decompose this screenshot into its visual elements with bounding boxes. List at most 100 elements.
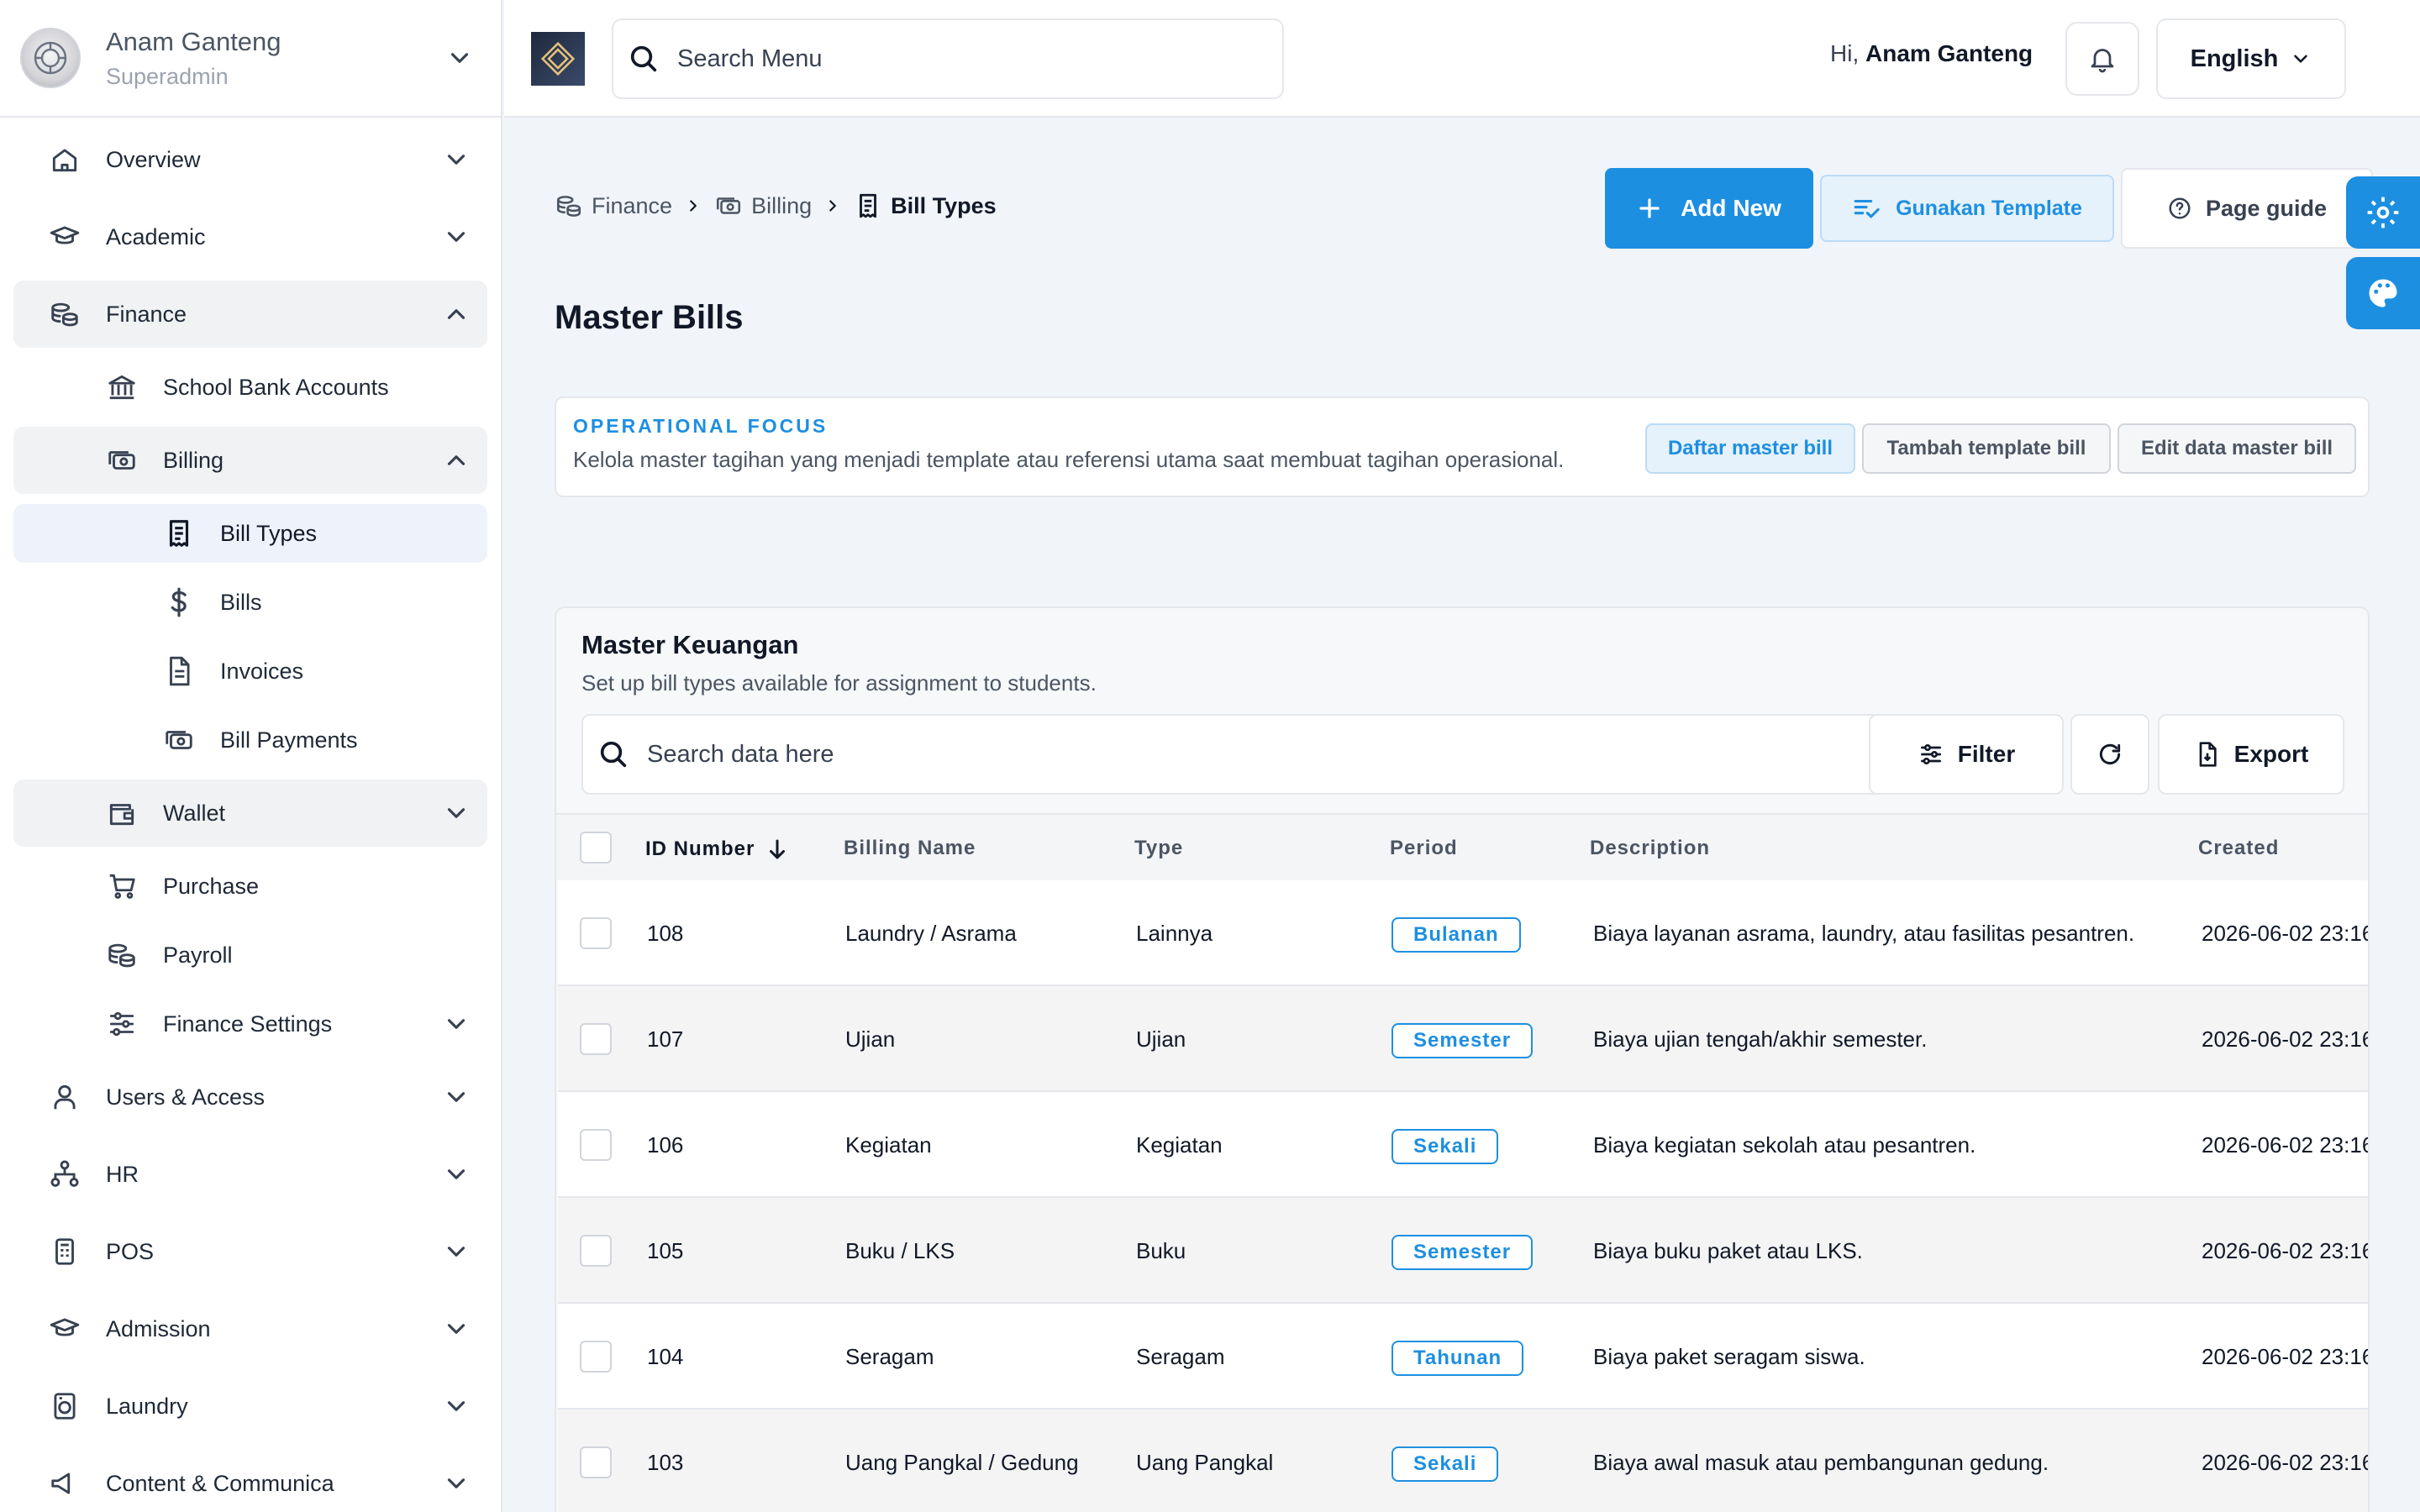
refresh-icon xyxy=(2099,743,2121,764)
settings-panel-button[interactable] xyxy=(2346,176,2420,249)
sidebar-item-admission[interactable]: Admission xyxy=(13,1295,487,1362)
sidebar-item-billing[interactable]: Billing xyxy=(13,427,487,494)
chevron-down-icon xyxy=(447,1324,466,1334)
chevron-down-icon xyxy=(447,1247,466,1257)
notifications-button[interactable] xyxy=(2065,22,2139,96)
chevron-down-icon xyxy=(447,155,466,165)
sidebar-item-finance[interactable]: Finance xyxy=(13,281,487,348)
header-period[interactable]: Period xyxy=(1390,837,1458,860)
chevron-up-icon xyxy=(447,455,466,465)
sliders-icon xyxy=(109,1011,134,1037)
row-checkbox[interactable] xyxy=(580,1023,612,1055)
sidebar-item-label: Academic xyxy=(106,223,206,249)
breadcrumb-billing[interactable]: Billing xyxy=(714,192,812,220)
sidebar-item-invoices[interactable]: Invoices xyxy=(13,642,487,701)
chip-add-bill-template[interactable]: Tambah template bill xyxy=(1862,423,2111,474)
sidebar-item-label: Users & Access xyxy=(106,1084,266,1110)
sidebar-item-wallet[interactable]: Wallet xyxy=(13,780,487,847)
use-template-button[interactable]: Gunakan Template xyxy=(1820,175,2114,242)
cell-created: 2026-06-02 23:16 xyxy=(2202,1026,2370,1052)
cash-icon xyxy=(717,197,741,214)
language-select[interactable]: English xyxy=(2156,18,2346,99)
coins-icon xyxy=(108,943,135,968)
add-new-button[interactable]: Add New xyxy=(1605,168,1813,249)
sidebar-item-content-communication[interactable]: Content & Communica xyxy=(13,1450,487,1512)
sidebar-item-purchase[interactable]: Purchase xyxy=(13,857,487,916)
header-created[interactable]: Created xyxy=(2198,837,2279,860)
row-checkbox[interactable] xyxy=(580,1446,612,1478)
page-title: Master Bills xyxy=(555,299,744,336)
header-id-number[interactable]: ID Number xyxy=(645,837,790,862)
sidebar: Anam Ganteng Superadmin Overview Academi… xyxy=(0,0,502,1512)
gear-icon xyxy=(2367,197,2399,228)
sidebar-item-pos[interactable]: POS xyxy=(13,1218,487,1285)
table-row[interactable]: 104 Seragam Seragam Tahunan Biaya paket … xyxy=(558,1304,2368,1410)
header-type[interactable]: Type xyxy=(1134,837,1183,860)
page-guide-label: Page guide xyxy=(2205,195,2328,221)
theme-panel-button[interactable] xyxy=(2346,257,2420,329)
table-row[interactable]: 106 Kegiatan Kegiatan Sekali Biaya kegia… xyxy=(558,1092,2370,1198)
menu-search-input[interactable]: Search Menu xyxy=(612,18,1284,99)
focus-kicker: OPERATIONAL FOCUS xyxy=(573,415,829,437)
sidebar-item-label: Bills xyxy=(220,589,262,615)
sidebar-item-payroll[interactable]: Payroll xyxy=(13,926,487,984)
header-billing-name[interactable]: Billing Name xyxy=(844,837,976,860)
table-row[interactable]: 108 Laundry / Asrama Lainnya Bulanan Bia… xyxy=(558,880,2368,986)
sidebar-item-laundry[interactable]: Laundry xyxy=(13,1373,487,1440)
sidebar-item-school-bank-accounts[interactable]: School Bank Accounts xyxy=(13,358,487,417)
profile-name: Anam Ganteng xyxy=(106,26,281,56)
export-button[interactable]: Export xyxy=(2158,714,2344,795)
master-finance-table-card: Master Keuangan Set up bill types availa… xyxy=(555,606,2370,1512)
sidebar-item-label: POS xyxy=(106,1238,155,1264)
cell-id: 105 xyxy=(647,1238,684,1263)
table-body: 108 Laundry / Asrama Lainnya Bulanan Bia… xyxy=(558,880,2370,1512)
breadcrumb-finance[interactable]: Finance xyxy=(555,192,672,220)
megaphone-icon xyxy=(51,1473,71,1494)
sidebar-item-academic[interactable]: Academic xyxy=(13,203,487,270)
period-badge: Tahunan xyxy=(1392,1341,1524,1376)
sidebar-item-users-access[interactable]: Users & Access xyxy=(13,1063,487,1131)
cell-description: Biaya paket seragam siswa. xyxy=(1593,1344,1865,1369)
sidebar-nav: Overview Academic Finance School Bank Ac… xyxy=(0,118,501,1512)
cell-billing-name: Buku / LKS xyxy=(845,1238,955,1263)
sidebar-item-label: Laundry xyxy=(106,1393,188,1419)
header-description[interactable]: Description xyxy=(1590,837,1710,860)
row-checkbox[interactable] xyxy=(580,1129,612,1161)
sidebar-item-hr[interactable]: HR xyxy=(13,1141,487,1208)
filter-button[interactable]: Filter xyxy=(1869,714,2064,795)
table-search-input[interactable]: Search data here xyxy=(581,714,1882,795)
chip-edit-master-bill[interactable]: Edit data master bill xyxy=(2118,423,2356,474)
sidebar-item-bills[interactable]: Bills xyxy=(13,573,487,632)
cell-created: 2026-06-02 23:16 xyxy=(2202,1238,2370,1263)
page-guide-button[interactable]: Page guide xyxy=(2121,168,2373,249)
chevron-down-icon xyxy=(447,232,466,242)
chip-master-bill-list[interactable]: Daftar master bill xyxy=(1645,423,1855,474)
language-label: English xyxy=(2190,45,2279,72)
use-template-label: Gunakan Template xyxy=(1896,196,2082,220)
period-badge: Semester xyxy=(1392,1023,1534,1058)
sidebar-item-finance-settings[interactable]: Finance Settings xyxy=(13,995,487,1053)
table-row[interactable]: 107 Ujian Ujian Semester Biaya ujian ten… xyxy=(558,986,2370,1092)
palette-icon xyxy=(2369,279,2397,307)
row-checkbox[interactable] xyxy=(580,917,612,949)
breadcrumb-label: Billing xyxy=(751,192,813,218)
cell-id: 107 xyxy=(647,1026,684,1052)
cell-created: 2026-06-02 23:16 xyxy=(2202,1132,2370,1158)
profile-text: Anam Ganteng Superadmin xyxy=(106,27,445,90)
row-checkbox[interactable] xyxy=(580,1235,612,1267)
row-checkbox[interactable] xyxy=(580,1341,612,1373)
period-badge: Bulanan xyxy=(1392,917,1521,953)
sidebar-item-bill-types[interactable]: Bill Types xyxy=(13,504,487,563)
app-logo[interactable] xyxy=(531,32,585,86)
receipt-icon xyxy=(169,520,189,547)
refresh-button[interactable] xyxy=(2070,714,2149,795)
table-search-placeholder: Search data here xyxy=(647,740,834,768)
sidebar-item-bill-payments[interactable]: Bill Payments xyxy=(13,711,487,769)
dollar-icon xyxy=(171,587,187,617)
sidebar-item-overview[interactable]: Overview xyxy=(13,126,487,193)
select-all-checkbox[interactable] xyxy=(580,832,612,864)
profile-switcher[interactable]: Anam Ganteng Superadmin xyxy=(0,0,501,118)
table-row[interactable]: 103 Uang Pangkal / Gedung Uang Pangkal S… xyxy=(558,1410,2368,1512)
chevron-down-icon xyxy=(447,808,466,818)
table-row[interactable]: 105 Buku / LKS Buku Semester Biaya buku … xyxy=(558,1198,2370,1304)
